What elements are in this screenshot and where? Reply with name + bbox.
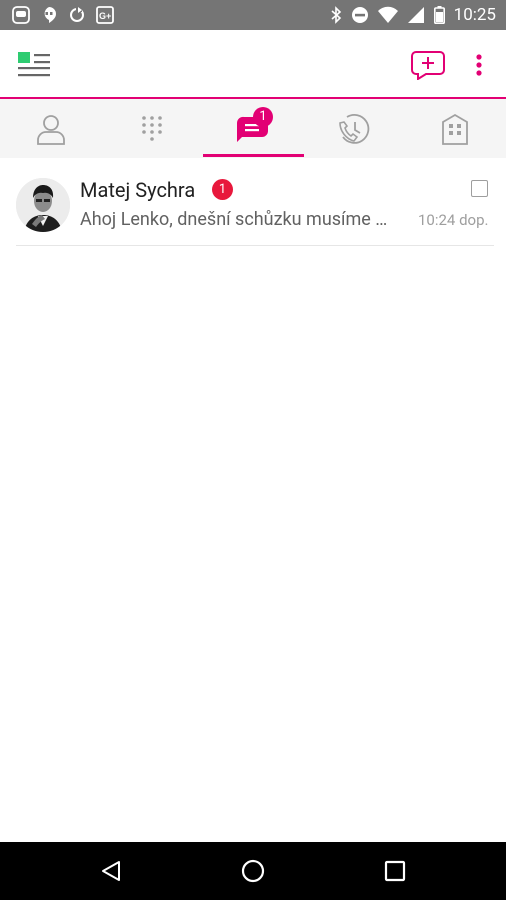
home-button[interactable] [233, 854, 273, 888]
grid-menu-icon[interactable] [14, 48, 54, 82]
select-checkbox[interactable] [471, 180, 488, 197]
contact-photo [16, 178, 70, 232]
notification-icons: G+ [12, 6, 114, 24]
message-preview: Ahoj Lenko, dnešní schůzku musíme … [80, 209, 388, 230]
app-bar [0, 30, 506, 98]
sync-icon [70, 7, 84, 22]
signal-icon [407, 7, 424, 23]
recents-button[interactable] [375, 854, 415, 888]
tab-dialpad[interactable] [101, 99, 202, 158]
unread-badge: 1 [253, 107, 273, 127]
active-tab-indicator [203, 154, 304, 157]
unread-count-badge: 1 [212, 179, 233, 200]
battery-icon [433, 6, 445, 24]
tab-bar: 1 [0, 99, 506, 158]
contact-name: Matej Sychra [80, 178, 196, 202]
tab-apps[interactable] [404, 99, 505, 158]
phone-history-icon [338, 113, 369, 144]
hangouts-icon [44, 7, 56, 23]
back-icon [102, 861, 120, 881]
back-button[interactable] [91, 854, 131, 888]
conversation-row[interactable]: Matej Sychra 1 Ahoj Lenko, dnešní schůzk… [0, 158, 506, 246]
svg-text:G+: G+ [99, 11, 111, 21]
message-time: 10:24 dop. [418, 211, 489, 229]
tab-call-history[interactable] [303, 99, 404, 158]
google-plus-icon: G+ [96, 6, 114, 24]
navigation-bar [0, 842, 506, 900]
wifi-icon [377, 6, 398, 23]
bluetooth-icon [331, 6, 341, 24]
dialpad-icon [141, 115, 162, 141]
avatar [16, 178, 70, 232]
building-icon [441, 113, 468, 145]
person-icon [36, 114, 65, 145]
status-bar: G+ 10:25 [0, 0, 506, 30]
tab-messages[interactable] [202, 99, 303, 158]
system-icons: 10:25 [330, 5, 496, 25]
do-not-disturb-icon [351, 7, 368, 23]
row-divider [16, 245, 494, 246]
new-message-icon[interactable] [410, 48, 446, 80]
home-icon [241, 859, 265, 883]
tab-contacts[interactable] [0, 99, 101, 158]
more-vert-icon[interactable] [466, 50, 492, 80]
clock: 10:25 [453, 5, 496, 25]
messenger-icon [12, 6, 30, 24]
recents-icon [384, 860, 406, 882]
